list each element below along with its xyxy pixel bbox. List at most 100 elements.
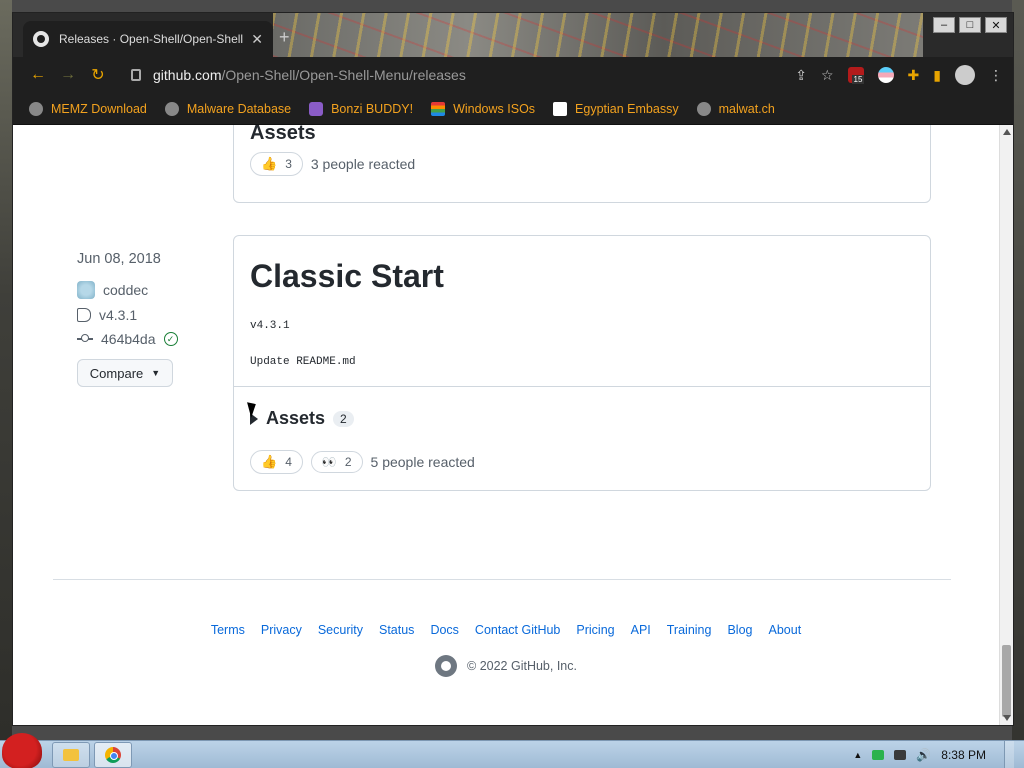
active-tab[interactable]: Releases · Open-Shell/Open-Shell ✕ <box>23 21 273 57</box>
divider <box>234 386 930 387</box>
release-title[interactable]: Classic Start <box>250 258 444 295</box>
footer-copyright: © 2022 GitHub, Inc. <box>13 655 999 677</box>
footer-link-about[interactable]: About <box>769 623 802 637</box>
taskbar-chrome[interactable] <box>94 741 132 768</box>
footer-link-training[interactable]: Training <box>667 623 712 637</box>
copyright-text: © 2022 GitHub, Inc. <box>467 659 577 673</box>
battery-icon[interactable] <box>894 749 907 760</box>
tray-expand-icon[interactable]: ▲ <box>853 750 862 760</box>
reactions-row: 👍 3 3 people reacted <box>250 152 415 176</box>
minimize-button[interactable]: – <box>933 17 955 33</box>
network-icon[interactable] <box>872 749 885 760</box>
bookmark-label: Windows ISOs <box>453 101 536 116</box>
share-icon[interactable]: ⇪ <box>795 67 807 84</box>
assets-toggle[interactable]: Assets 2 <box>250 408 354 429</box>
reacted-text: 5 people reacted <box>370 454 475 470</box>
footer-link-pricing[interactable]: Pricing <box>576 623 614 637</box>
reaction-count: 3 <box>285 157 292 171</box>
bookmark-bonzi[interactable]: Bonzi BUDDY! <box>309 101 413 116</box>
reactions-row: 👍 4 👀 2 5 people reacted <box>250 450 475 474</box>
close-tab-icon[interactable]: ✕ <box>251 31 263 48</box>
scroll-up-arrow-icon[interactable] <box>1003 129 1011 135</box>
windows-flag-icon <box>431 101 446 116</box>
close-window-button[interactable]: ✕ <box>985 17 1007 33</box>
eyes-reaction[interactable]: 👀 2 <box>310 451 363 473</box>
bookmark-label: MEMZ Download <box>51 101 147 116</box>
eyes-icon: 👀 <box>321 455 337 469</box>
taskbar-explorer[interactable] <box>52 741 90 768</box>
url-host: github.com <box>153 67 222 83</box>
address-bar[interactable]: github.com /Open-Shell/Open-Shell-Menu/r… <box>123 61 786 89</box>
profile-avatar[interactable] <box>955 65 975 85</box>
footer-link-terms[interactable]: Terms <box>211 623 245 637</box>
volume-icon[interactable]: 🔊 <box>916 748 931 762</box>
compare-button[interactable]: Compare ▼ <box>77 359 173 387</box>
side-panel-icon[interactable]: ▮ <box>933 67 941 84</box>
footer-link-security[interactable]: Security <box>318 623 363 637</box>
theme-background <box>273 13 923 57</box>
bookmark-egyptian-embassy[interactable]: Egyptian Embassy <box>553 101 679 116</box>
globe-icon <box>29 101 43 116</box>
reaction-count: 2 <box>344 455 352 469</box>
footer-link-docs[interactable]: Docs <box>430 623 458 637</box>
angry-bird-start-icon <box>2 732 42 768</box>
bookmark-windows-isos[interactable]: Windows ISOs <box>431 101 536 116</box>
thumbs-up-reaction[interactable]: 👍 4 <box>250 450 303 474</box>
show-desktop-button[interactable] <box>1004 740 1014 768</box>
page-scrollbar[interactable] <box>999 125 1013 725</box>
clock[interactable]: 8:38 PM <box>941 748 986 762</box>
footer-link-privacy[interactable]: Privacy <box>261 623 302 637</box>
bookmark-malware-database[interactable]: Malware Database <box>164 101 291 116</box>
thumbs-up-reaction[interactable]: 👍 3 <box>250 152 303 176</box>
thumbs-up-icon: 👍 <box>261 454 278 469</box>
new-tab-button[interactable]: + <box>279 27 290 48</box>
desktop-background-left <box>0 0 12 740</box>
ublock-extension-icon[interactable]: 15 <box>847 67 865 84</box>
flag-extension-icon[interactable] <box>877 67 894 83</box>
scroll-thumb[interactable] <box>1002 645 1011 717</box>
tag-row[interactable]: v4.3.1 <box>77 307 227 323</box>
author-avatar[interactable] <box>77 281 95 299</box>
folder-icon <box>63 748 79 761</box>
author-row[interactable]: coddec <box>77 281 227 299</box>
github-logo-icon[interactable] <box>435 655 458 677</box>
menu-icon[interactable]: ⋮ <box>989 67 1003 84</box>
github-icon <box>33 31 49 47</box>
scroll-down-arrow-icon[interactable] <box>1003 715 1011 721</box>
forward-button[interactable]: → <box>53 66 83 84</box>
caret-down-icon: ▼ <box>151 368 161 378</box>
assets-heading-partial[interactable]: Assets <box>250 125 316 145</box>
commit-row[interactable]: 464b4da ✓ <box>77 331 227 347</box>
browser-toolbar: ← → ↻ github.com /Open-Shell/Open-Shell-… <box>13 57 1013 93</box>
commit-hash[interactable]: 464b4da <box>101 331 156 347</box>
author-name[interactable]: coddec <box>103 282 148 298</box>
extensions-puzzle-icon[interactable]: ✚ <box>908 67 920 84</box>
tag-name[interactable]: v4.3.1 <box>99 307 137 323</box>
back-button[interactable]: ← <box>23 66 53 84</box>
commit-icon <box>77 334 93 342</box>
footer-link-api[interactable]: API <box>631 623 651 637</box>
footer-link-contact[interactable]: Contact GitHub <box>475 623 560 637</box>
bookmark-label: Egyptian Embassy <box>575 101 679 116</box>
footer-link-blog[interactable]: Blog <box>727 623 752 637</box>
toolbar-icons: ⇪ ☆ 15 ✚ ▮ ⋮ <box>795 65 1003 85</box>
bonzi-icon <box>309 101 324 116</box>
reaction-count: 4 <box>285 455 292 469</box>
footer-links: Terms Privacy Security Status Docs Conta… <box>13 623 999 637</box>
assets-label: Assets <box>266 408 326 428</box>
lock-icon[interactable] <box>131 69 141 81</box>
bookmark-memz[interactable]: MEMZ Download <box>29 101 147 116</box>
reload-button[interactable]: ↻ <box>83 65 113 85</box>
previous-release-card: Assets 👍 3 3 people reacted <box>233 125 931 203</box>
maximize-button[interactable]: □ <box>959 17 981 33</box>
footer-link-status[interactable]: Status <box>379 623 414 637</box>
bookmark-malwatch[interactable]: malwat.ch <box>696 101 775 116</box>
browser-window: Releases · Open-Shell/Open-Shell ✕ + – □… <box>12 12 1014 726</box>
taskbar: ▲ 🔊 8:38 PM <box>0 732 1024 768</box>
bookmark-star-icon[interactable]: ☆ <box>821 67 834 84</box>
start-button[interactable] <box>0 732 48 768</box>
bookmarks-bar: MEMZ Download Malware Database Bonzi BUD… <box>13 93 1013 125</box>
chrome-icon <box>105 746 121 763</box>
compare-label: Compare <box>89 365 144 381</box>
globe-icon <box>696 101 711 116</box>
